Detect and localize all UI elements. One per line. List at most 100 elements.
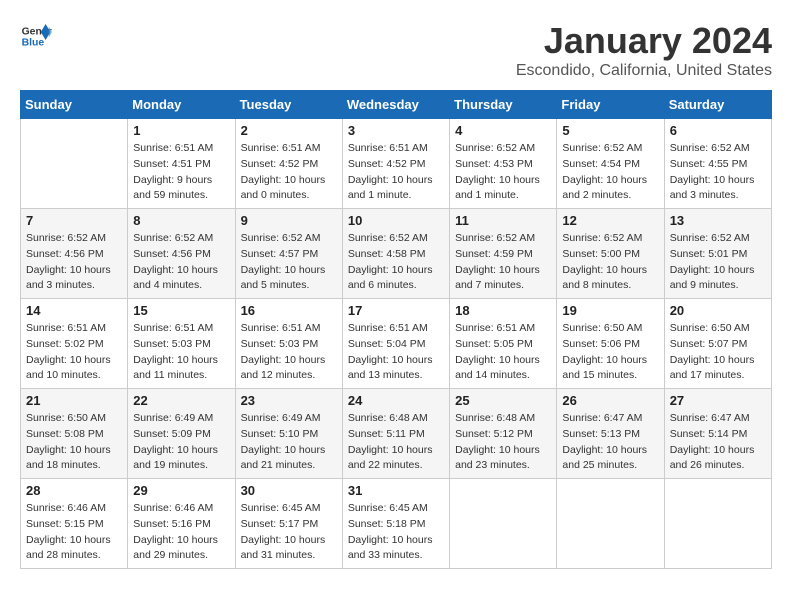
- calendar-day-cell: 25 Sunrise: 6:48 AMSunset: 5:12 PMDayligh…: [450, 389, 557, 479]
- day-info: Sunrise: 6:50 AMSunset: 5:08 PMDaylight:…: [26, 411, 122, 474]
- logo: General Blue: [20, 20, 52, 52]
- calendar-week-row: 14 Sunrise: 6:51 AMSunset: 5:02 PMDayligh…: [21, 299, 772, 389]
- calendar-day-cell: 5 Sunrise: 6:52 AMSunset: 4:54 PMDaylight…: [557, 119, 664, 209]
- day-info: Sunrise: 6:51 AMSunset: 4:52 PMDaylight:…: [348, 141, 444, 204]
- day-number: 18: [455, 303, 551, 318]
- day-number: 20: [670, 303, 766, 318]
- day-info: Sunrise: 6:51 AMSunset: 4:51 PMDaylight:…: [133, 141, 229, 204]
- day-info: Sunrise: 6:48 AMSunset: 5:12 PMDaylight:…: [455, 411, 551, 474]
- calendar-day-cell: 19Sunrise: 6:50 AMSunset: 5:06 PMDayligh…: [557, 299, 664, 389]
- calendar-week-row: 28Sunrise: 6:46 AMSunset: 5:15 PMDayligh…: [21, 479, 772, 569]
- day-number: 4: [455, 123, 551, 138]
- day-info: Sunrise: 6:51 AMSunset: 4:52 PMDaylight:…: [241, 141, 337, 204]
- day-info: Sunrise: 6:51 AMSunset: 5:02 PMDaylight:…: [26, 321, 122, 384]
- day-info: Sunrise: 6:50 AMSunset: 5:07 PMDaylight:…: [670, 321, 766, 384]
- title-block: January 2024 Escondido, California, Unit…: [516, 20, 772, 80]
- calendar-day-cell: 11Sunrise: 6:52 AMSunset: 4:59 PMDayligh…: [450, 209, 557, 299]
- calendar-day-cell: 2 Sunrise: 6:51 AMSunset: 4:52 PMDaylight…: [235, 119, 342, 209]
- calendar-day-cell: 22 Sunrise: 6:49 AMSunset: 5:09 PMDayligh…: [128, 389, 235, 479]
- day-info: Sunrise: 6:52 AMSunset: 4:58 PMDaylight:…: [348, 231, 444, 294]
- calendar-header-day: Monday: [128, 91, 235, 119]
- calendar-header-day: Wednesday: [342, 91, 449, 119]
- day-info: Sunrise: 6:52 AMSunset: 4:55 PMDaylight:…: [670, 141, 766, 204]
- day-number: 23: [241, 393, 337, 408]
- logo-icon: General Blue: [20, 20, 52, 52]
- calendar-day-cell: 31Sunrise: 6:45 AMSunset: 5:18 PMDayligh…: [342, 479, 449, 569]
- calendar-day-cell: 30Sunrise: 6:45 AMSunset: 5:17 PMDayligh…: [235, 479, 342, 569]
- calendar-day-cell: 20 Sunrise: 6:50 AMSunset: 5:07 PMDayligh…: [664, 299, 771, 389]
- calendar-day-cell: 12 Sunrise: 6:52 AMSunset: 5:00 PMDayligh…: [557, 209, 664, 299]
- day-info: Sunrise: 6:49 AMSunset: 5:10 PMDaylight:…: [241, 411, 337, 474]
- day-number: 19: [562, 303, 658, 318]
- day-info: Sunrise: 6:47 AMSunset: 5:13 PMDaylight:…: [562, 411, 658, 474]
- day-number: 30: [241, 483, 337, 498]
- day-info: Sunrise: 6:46 AMSunset: 5:15 PMDaylight:…: [26, 501, 122, 564]
- calendar-day-cell: 24Sunrise: 6:48 AMSunset: 5:11 PMDayligh…: [342, 389, 449, 479]
- calendar-day-cell: 1 Sunrise: 6:51 AMSunset: 4:51 PMDaylight…: [128, 119, 235, 209]
- day-number: 9: [241, 213, 337, 228]
- day-info: Sunrise: 6:52 AMSunset: 5:00 PMDaylight:…: [562, 231, 658, 294]
- day-number: 3: [348, 123, 444, 138]
- calendar-day-cell: 26 Sunrise: 6:47 AMSunset: 5:13 PMDayligh…: [557, 389, 664, 479]
- calendar-table: SundayMondayTuesdayWednesdayThursdayFrid…: [20, 90, 772, 569]
- day-info: Sunrise: 6:46 AMSunset: 5:16 PMDaylight:…: [133, 501, 229, 564]
- calendar-day-cell: 13 Sunrise: 6:52 AMSunset: 5:01 PMDayligh…: [664, 209, 771, 299]
- calendar-day-cell: 4 Sunrise: 6:52 AMSunset: 4:53 PMDaylight…: [450, 119, 557, 209]
- day-number: 15: [133, 303, 229, 318]
- calendar-day-cell: 9 Sunrise: 6:52 AMSunset: 4:57 PMDaylight…: [235, 209, 342, 299]
- day-number: 11: [455, 213, 551, 228]
- day-number: 5: [562, 123, 658, 138]
- day-info: Sunrise: 6:52 AMSunset: 4:56 PMDaylight:…: [133, 231, 229, 294]
- calendar-week-row: 1 Sunrise: 6:51 AMSunset: 4:51 PMDaylight…: [21, 119, 772, 209]
- day-number: 31: [348, 483, 444, 498]
- day-info: Sunrise: 6:52 AMSunset: 4:53 PMDaylight:…: [455, 141, 551, 204]
- day-number: 13: [670, 213, 766, 228]
- day-number: 16: [241, 303, 337, 318]
- calendar-day-cell: 7Sunrise: 6:52 AMSunset: 4:56 PMDaylight…: [21, 209, 128, 299]
- calendar-day-cell: 6 Sunrise: 6:52 AMSunset: 4:55 PMDaylight…: [664, 119, 771, 209]
- day-info: Sunrise: 6:52 AMSunset: 5:01 PMDaylight:…: [670, 231, 766, 294]
- day-number: 24: [348, 393, 444, 408]
- day-number: 21: [26, 393, 122, 408]
- day-number: 17: [348, 303, 444, 318]
- day-number: 22: [133, 393, 229, 408]
- calendar-week-row: 7Sunrise: 6:52 AMSunset: 4:56 PMDaylight…: [21, 209, 772, 299]
- calendar-day-cell: 3 Sunrise: 6:51 AMSunset: 4:52 PMDaylight…: [342, 119, 449, 209]
- day-info: Sunrise: 6:47 AMSunset: 5:14 PMDaylight:…: [670, 411, 766, 474]
- day-info: Sunrise: 6:52 AMSunset: 4:57 PMDaylight:…: [241, 231, 337, 294]
- calendar-header-row: SundayMondayTuesdayWednesdayThursdayFrid…: [21, 91, 772, 119]
- day-number: 8: [133, 213, 229, 228]
- day-number: 14: [26, 303, 122, 318]
- svg-text:Blue: Blue: [22, 38, 45, 49]
- day-number: 12: [562, 213, 658, 228]
- day-number: 27: [670, 393, 766, 408]
- day-number: 26: [562, 393, 658, 408]
- calendar-day-cell: 23 Sunrise: 6:49 AMSunset: 5:10 PMDayligh…: [235, 389, 342, 479]
- day-number: 29: [133, 483, 229, 498]
- day-number: 6: [670, 123, 766, 138]
- day-number: 2: [241, 123, 337, 138]
- calendar-day-cell: 17 Sunrise: 6:51 AMSunset: 5:04 PMDayligh…: [342, 299, 449, 389]
- day-number: 1: [133, 123, 229, 138]
- calendar-day-cell: 18 Sunrise: 6:51 AMSunset: 5:05 PMDayligh…: [450, 299, 557, 389]
- day-info: Sunrise: 6:52 AMSunset: 4:54 PMDaylight:…: [562, 141, 658, 204]
- day-info: Sunrise: 6:49 AMSunset: 5:09 PMDaylight:…: [133, 411, 229, 474]
- calendar-header-day: Friday: [557, 91, 664, 119]
- day-info: Sunrise: 6:51 AMSunset: 5:05 PMDaylight:…: [455, 321, 551, 384]
- location-subtitle: Escondido, California, United States: [516, 62, 772, 80]
- day-number: 25: [455, 393, 551, 408]
- calendar-header-day: Tuesday: [235, 91, 342, 119]
- calendar-day-cell: [557, 479, 664, 569]
- calendar-header-day: Thursday: [450, 91, 557, 119]
- day-info: Sunrise: 6:51 AMSunset: 5:03 PMDaylight:…: [133, 321, 229, 384]
- calendar-day-cell: [21, 119, 128, 209]
- calendar-day-cell: 16Sunrise: 6:51 AMSunset: 5:03 PMDayligh…: [235, 299, 342, 389]
- calendar-day-cell: [450, 479, 557, 569]
- page-header: General Blue January 2024 Escondido, Cal…: [20, 20, 772, 80]
- day-info: Sunrise: 6:51 AMSunset: 5:04 PMDaylight:…: [348, 321, 444, 384]
- calendar-header-day: Saturday: [664, 91, 771, 119]
- calendar-day-cell: 10Sunrise: 6:52 AMSunset: 4:58 PMDayligh…: [342, 209, 449, 299]
- month-title: January 2024: [516, 20, 772, 62]
- day-info: Sunrise: 6:52 AMSunset: 4:56 PMDaylight:…: [26, 231, 122, 294]
- calendar-day-cell: 27 Sunrise: 6:47 AMSunset: 5:14 PMDayligh…: [664, 389, 771, 479]
